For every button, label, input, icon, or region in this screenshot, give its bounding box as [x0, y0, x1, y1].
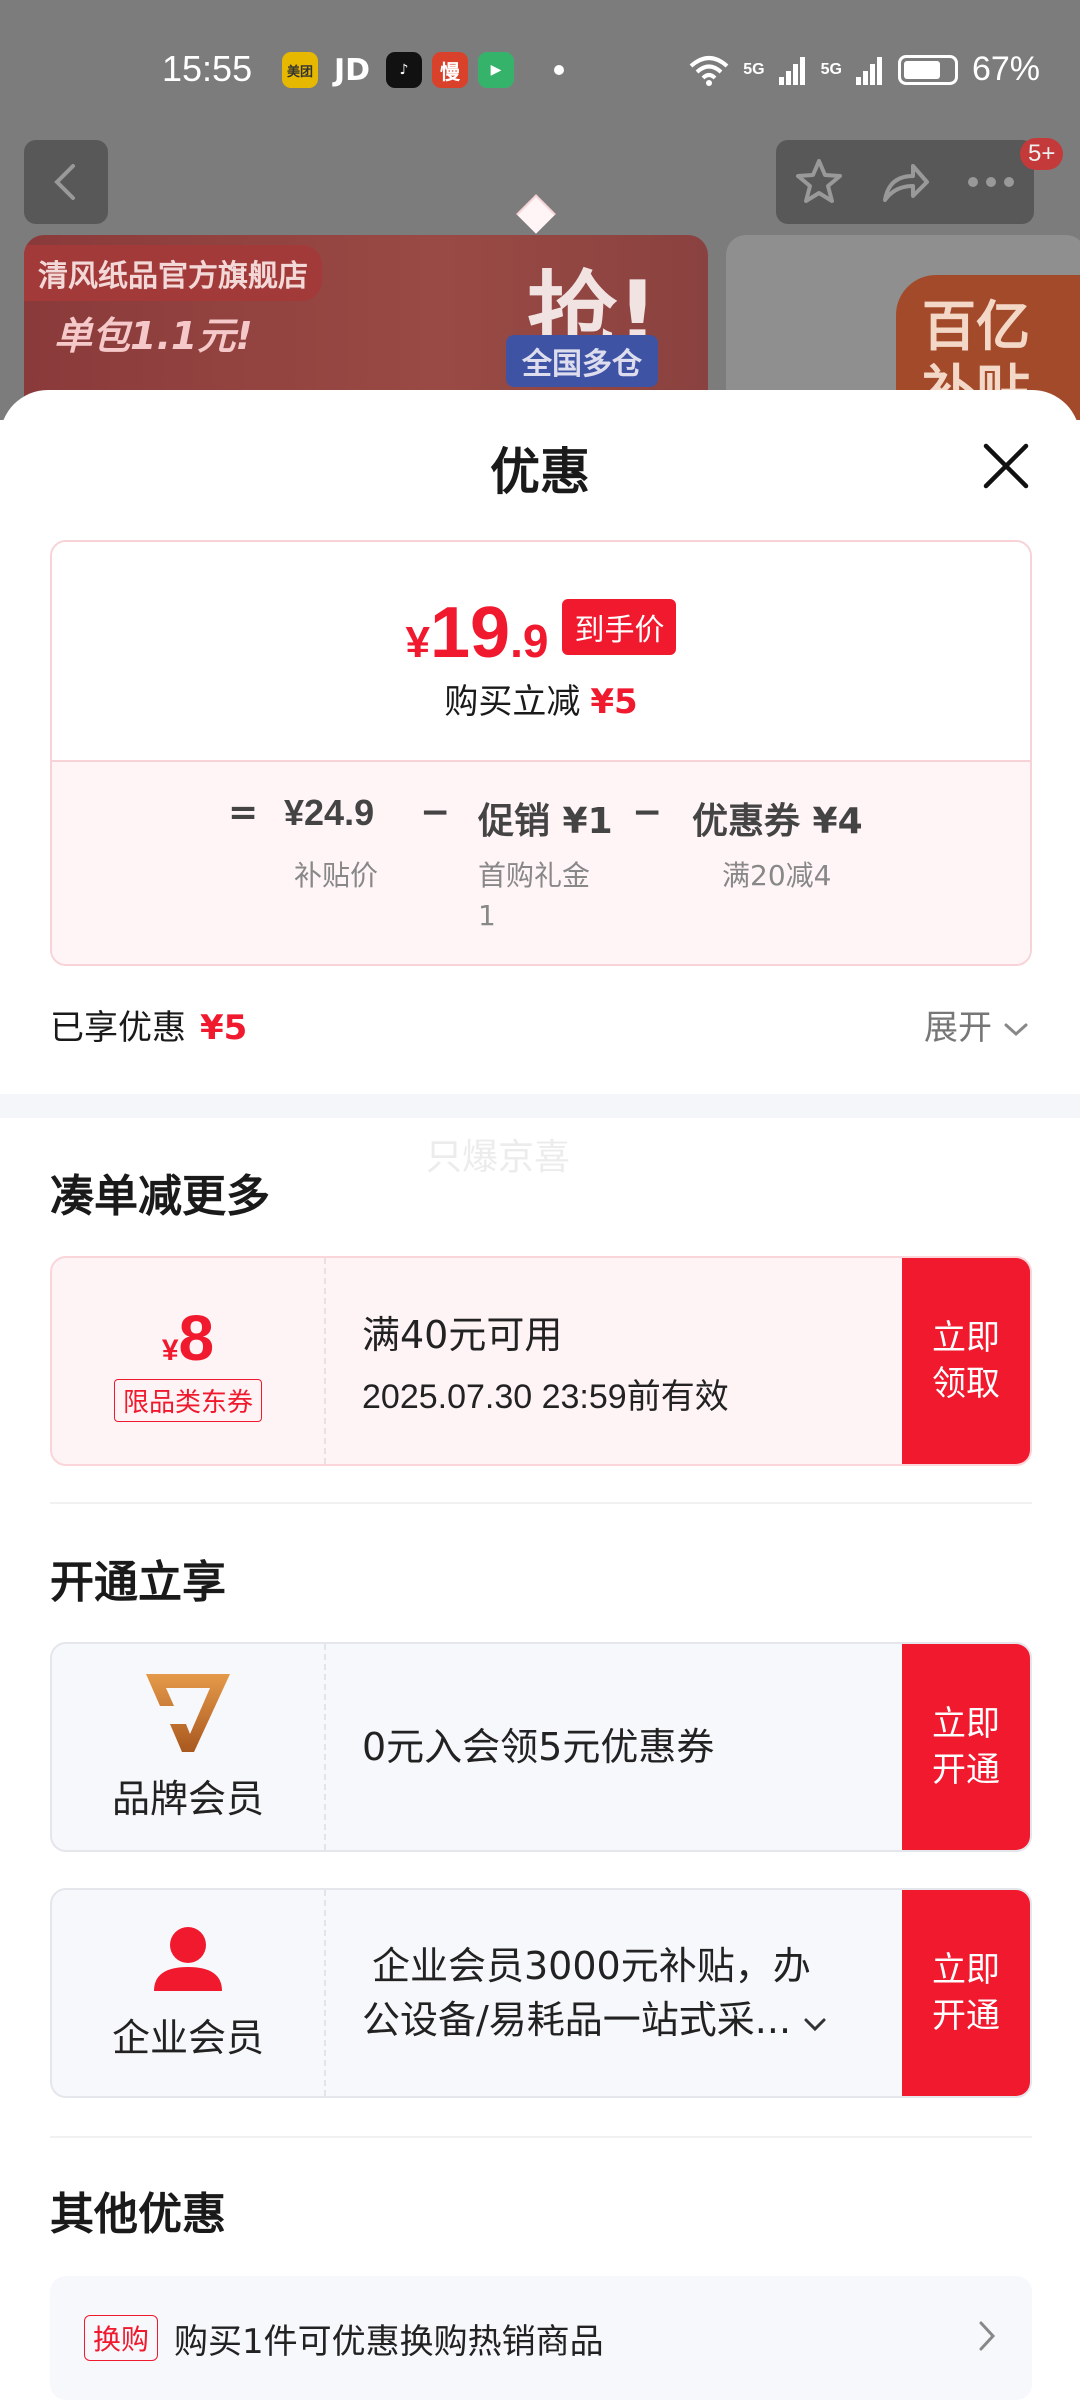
- wifi-icon: [689, 55, 729, 86]
- price-formula: = ¥24.9 − 促销 ¥1 − 优惠券 ¥4 补贴价 首购礼金 1 满20减…: [52, 760, 1030, 964]
- final-price-area: ¥19.9 到手价 购买立减 ¥5: [52, 542, 1030, 760]
- open-enterprise-member-button[interactable]: 立即 开通: [902, 1890, 1030, 2096]
- star-icon[interactable]: [793, 156, 845, 208]
- minus-sign-2: −: [632, 792, 663, 833]
- signal-icon: [778, 56, 805, 85]
- battery-icon: [897, 54, 958, 85]
- enterprise-offer-line1: 企业会员3000元补贴，办: [372, 1944, 811, 1988]
- price-decimal: .9: [510, 615, 549, 667]
- sheet-title: 优惠: [490, 443, 590, 501]
- manman-icon: 慢: [432, 52, 468, 88]
- promo-label: 首购礼金: [478, 859, 591, 892]
- section-divider: [0, 1094, 1080, 1118]
- trade-in-tag: 换购: [84, 2315, 159, 2361]
- top-action-group: [776, 140, 1034, 224]
- promo-value: 促销 ¥1: [478, 801, 613, 842]
- chevron-down-icon: [804, 2018, 826, 2032]
- price-breakdown-card: ¥19.9 到手价 购买立减 ¥5 = ¥24.9 − 促销 ¥1 − 优惠券 ¥…: [50, 540, 1032, 966]
- divider-line: [50, 2136, 1032, 2138]
- coupon-amount: ¥8: [162, 1301, 214, 1375]
- reduce-amount: ¥5: [590, 682, 638, 722]
- coupon-validity: 2025.07.30 23:59前有效: [362, 1378, 729, 1416]
- coupon-amount-area: ¥8 限品类东券: [52, 1258, 326, 1464]
- jd-icon: JD: [333, 52, 371, 88]
- coupon-currency: ¥: [161, 1333, 179, 1367]
- enjoyed-amount: ¥5: [200, 1008, 248, 1048]
- open-brand-member-button[interactable]: 立即 开通: [902, 1644, 1030, 1850]
- enjoyed-label: 已享优惠: [50, 1008, 186, 1048]
- enterprise-offer-line2[interactable]: 公设备/易耗品一站式采...: [362, 1993, 902, 2047]
- coupon-amount-number: 8: [178, 1301, 215, 1374]
- promo-label-line2: 1: [478, 899, 496, 932]
- promo-sub-text: 全国多仓: [506, 335, 658, 387]
- price-currency: ¥: [405, 618, 430, 667]
- brand-member-logo-area: 品牌会员: [52, 1644, 326, 1850]
- signal-icon: [855, 56, 882, 85]
- claim-coupon-button[interactable]: 立即 领取: [902, 1258, 1030, 1464]
- brand-member-label: 品牌会员: [111, 1776, 264, 1821]
- close-icon[interactable]: [980, 440, 1032, 492]
- coupon-type-tag: 限品类东券: [113, 1378, 262, 1422]
- more-icon[interactable]: [965, 172, 1017, 192]
- video-icon: ▶: [478, 52, 514, 88]
- watermark-text: 只爆京喜: [426, 1137, 571, 1178]
- brand-member-card: 品牌会员 0元入会领5元优惠券 立即 开通: [50, 1642, 1032, 1852]
- status-bar: 15:55 美团 JD ♪ 慢 ▶ 5G 5G 67%: [0, 0, 1080, 140]
- more-section-title: 凑单减更多: [50, 1171, 270, 1222]
- reduce-label: 购买立减: [444, 682, 581, 722]
- more-notifications-dot: [554, 65, 564, 75]
- expand-label: 展开: [924, 1008, 992, 1048]
- enterprise-member-logo-area: 企业会员: [52, 1890, 326, 2096]
- person-icon: [154, 1926, 222, 1991]
- coupon-value: 优惠券 ¥4: [692, 801, 863, 842]
- minus-sign-1: −: [420, 792, 451, 833]
- trade-in-offer-row[interactable]: 换购 购买1件可优惠换购热销商品: [50, 2276, 1032, 2400]
- coupon-info: 满40元可用 2025.07.30 23:59前有效: [326, 1258, 902, 1464]
- status-time: 15:55: [162, 48, 253, 89]
- enjoyed-discount: 已享优惠 ¥5: [50, 1000, 247, 1049]
- open-section-title: 开通立享: [50, 1557, 226, 1608]
- notification-badge: 5+: [1020, 138, 1064, 170]
- enterprise-member-info: 企业会员3000元补贴，办 公设备/易耗品一站式采...: [326, 1890, 902, 2096]
- final-price-tag: 到手价: [562, 599, 677, 655]
- brand-member-v-icon: [146, 1673, 230, 1752]
- divider-line: [50, 1502, 1032, 1504]
- share-icon[interactable]: [879, 156, 931, 208]
- other-section-title: 其他优惠: [50, 2189, 226, 2240]
- signal-label-2: 5G: [820, 60, 842, 78]
- chevron-right-icon: [979, 2321, 996, 2351]
- status-right: 5G 5G 67%: [689, 50, 1040, 89]
- chevron-left-icon: [54, 164, 75, 200]
- enterprise-offer-line2-text: 公设备/易耗品一站式采...: [362, 1998, 792, 2042]
- brand-member-offer: 0元入会领5元优惠券: [362, 1725, 715, 1769]
- coupon-label: 满20减4: [722, 859, 832, 892]
- final-price: ¥19.9: [406, 592, 549, 674]
- equals-sign: =: [228, 792, 259, 833]
- shop-name: 清风纸品官方旗舰店: [24, 245, 322, 301]
- expand-button[interactable]: 展开: [924, 1000, 1029, 1049]
- back-button[interactable]: [24, 140, 108, 224]
- enterprise-member-card: 企业会员 企业会员3000元补贴，办 公设备/易耗品一站式采... 立即 开通: [50, 1888, 1032, 2098]
- enterprise-member-label: 企业会员: [111, 2015, 264, 2060]
- base-price-value: ¥24.9: [284, 792, 375, 833]
- coupon-condition: 满40元可用: [362, 1313, 563, 1357]
- purchase-reduction: 购买立减 ¥5: [52, 674, 1030, 723]
- douyin-icon: ♪: [386, 52, 422, 88]
- coupon-card: ¥8 限品类东券 满40元可用 2025.07.30 23:59前有效 立即 领取: [50, 1256, 1032, 1466]
- pack-text: 单包1.1元!: [54, 314, 253, 358]
- base-price-label: 补贴价: [294, 859, 379, 892]
- chevron-down-icon: [1004, 1023, 1028, 1037]
- brand-member-info: 0元入会领5元优惠券: [326, 1644, 902, 1850]
- notification-apps: 美团 JD ♪ 慢 ▶: [282, 52, 564, 88]
- price-integer: 19: [430, 593, 511, 673]
- final-price-row: ¥19.9 到手价: [52, 592, 1030, 674]
- signal-label-1: 5G: [743, 60, 765, 78]
- battery-percent: 67%: [971, 50, 1040, 88]
- meituan-icon: 美团: [282, 52, 318, 88]
- trade-in-text: 购买1件可优惠换购热销商品: [174, 2321, 604, 2362]
